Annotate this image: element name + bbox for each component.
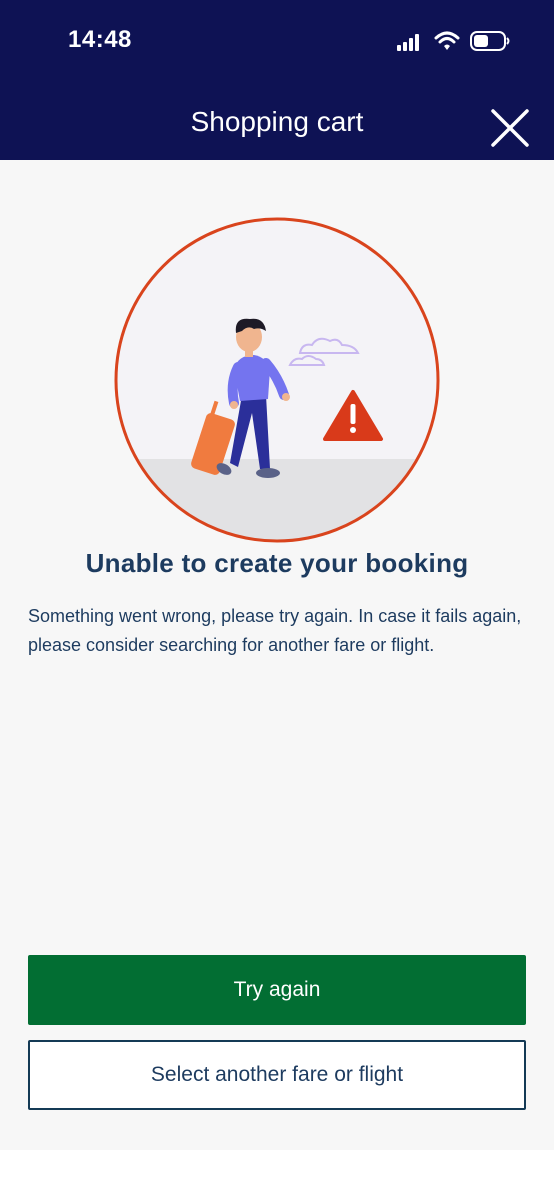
bottom-safe-area: [0, 1150, 554, 1200]
close-icon: [491, 109, 529, 147]
error-message: Something went wrong, please try again. …: [28, 606, 522, 655]
close-button[interactable]: [488, 106, 532, 150]
try-again-button[interactable]: Try again: [28, 955, 526, 1025]
select-another-fare-button[interactable]: Select another fare or flight: [28, 1040, 526, 1110]
battery-icon: [470, 31, 510, 51]
error-heading: Unable to create your booking: [85, 548, 469, 578]
cellular-signal-icon: [397, 34, 419, 51]
status-time: 14:48: [68, 26, 132, 53]
app-header: 14:48 Shopping cart: [0, 0, 554, 160]
page-title: Shopping cart: [190, 106, 364, 137]
wifi-icon: [434, 31, 460, 50]
traveler-with-suitcase-warning-illustration: [114, 217, 440, 543]
